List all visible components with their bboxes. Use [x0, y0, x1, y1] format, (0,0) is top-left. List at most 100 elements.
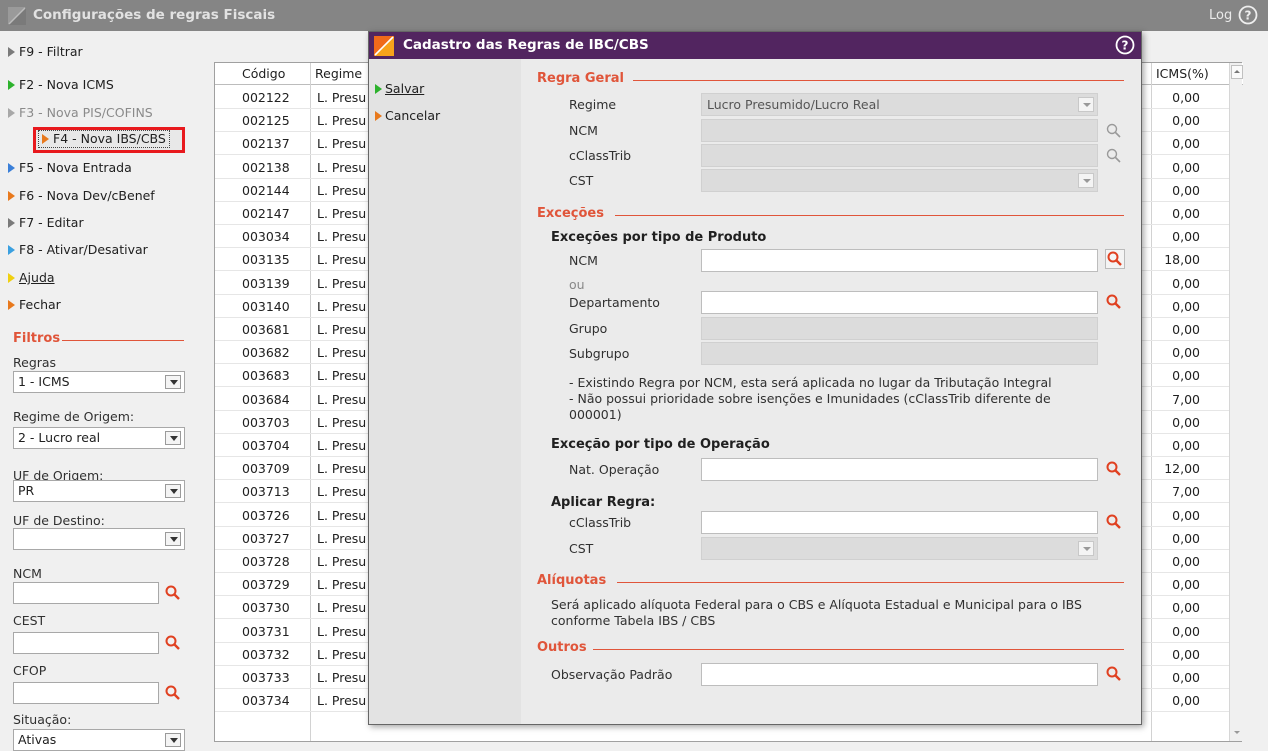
nat-operacao-label: Nat. Operação [569, 462, 660, 477]
menu-label: F2 - Nova ICMS [19, 77, 114, 92]
dropdown-arrow-icon[interactable] [1078, 541, 1094, 556]
cell-codigo: 003683 [242, 368, 290, 384]
cell-regime: L. Presu [317, 90, 367, 105]
nat-operacao-search-icon[interactable] [1105, 460, 1123, 478]
ap-cst-label: CST [569, 541, 594, 556]
menu-f4-nova-ibs-cbs[interactable]: F4 - Nova IBS/CBS [33, 127, 185, 153]
situacao-select[interactable]: Ativas [13, 729, 185, 751]
menu-label: F8 - Ativar/Desativar [19, 242, 148, 257]
cest-search-icon[interactable] [164, 634, 182, 652]
arrow-icon [8, 47, 15, 57]
cell-icms: 0,00 [1172, 345, 1200, 361]
cell-icms: 0,00 [1172, 600, 1200, 616]
cfop-filter-input[interactable] [13, 682, 159, 704]
cell-icms: 0,00 [1172, 646, 1200, 662]
header-regime[interactable]: Regime [315, 66, 362, 81]
cell-codigo: 002144 [242, 182, 290, 198]
scroll-down-icon[interactable] [1231, 725, 1243, 739]
cell-codigo: 002147 [242, 206, 290, 221]
ncm-filter-input[interactable] [13, 582, 159, 604]
cst-label: CST [569, 173, 594, 188]
cell-codigo: 003703 [242, 414, 290, 430]
dialog-help-icon[interactable]: ? [1115, 35, 1135, 55]
cclasstrib-search-icon [1106, 148, 1121, 163]
menu-f7-editar[interactable]: F7 - Editar [8, 212, 84, 234]
arrow-icon [8, 273, 15, 283]
cell-codigo: 002137 [242, 136, 290, 152]
arrow-icon [8, 191, 15, 201]
cell-icms: 0,00 [1172, 414, 1200, 430]
obs-padrao-input[interactable] [701, 663, 1098, 686]
ap-cst-select[interactable] [701, 537, 1098, 560]
ap-cclasstrib-label: cClassTrib [569, 515, 632, 530]
left-action-panel: F9 - Filtrar F2 - Nova ICMS F3 - Nova PI… [0, 31, 192, 751]
regime-label: Regime [569, 97, 617, 112]
regras-select[interactable]: 1 - ICMS [13, 371, 185, 393]
cell-icms: 0,00 [1172, 113, 1200, 129]
departamento-search-icon[interactable] [1105, 293, 1123, 311]
menu-f5-nova-entrada[interactable]: F5 - Nova Entrada [8, 157, 132, 179]
regime-origem-value: 2 - Lucro real [18, 430, 101, 445]
menu-f6-nova-dev-cbenef[interactable]: F6 - Nova Dev/cBenef [8, 185, 155, 207]
log-link[interactable]: Log [1209, 8, 1232, 23]
dropdown-arrow-icon[interactable] [1078, 97, 1094, 112]
nat-operacao-input[interactable] [701, 458, 1098, 481]
cell-codigo: 002122 [242, 90, 290, 105]
scroll-up-icon[interactable] [1231, 65, 1243, 79]
cell-regime: L. Presu [317, 368, 367, 384]
uf-destino-select[interactable] [13, 528, 185, 550]
exc-ncm-input[interactable] [701, 249, 1098, 272]
dropdown-arrow-icon [1078, 173, 1094, 188]
exc-note-2b: 000001) [569, 407, 622, 422]
cclasstrib-label: cClassTrib [569, 148, 632, 163]
menu-f8-ativar-desativar[interactable]: F8 - Ativar/Desativar [8, 239, 148, 261]
obs-padrao-search-icon[interactable] [1105, 665, 1123, 683]
menu-label: F5 - Nova Entrada [19, 160, 132, 175]
subgrupo-label: Subgrupo [569, 346, 630, 361]
menu-fechar[interactable]: Fechar [8, 294, 61, 316]
menu-ajuda[interactable]: Ajuda [8, 267, 55, 289]
uf-origem-select[interactable]: PR [13, 480, 185, 502]
menu-f3-nova-pis-cofins[interactable]: F3 - Nova PIS/COFINS [8, 102, 153, 124]
header-icms[interactable]: ICMS(%) [1156, 66, 1209, 81]
dropdown-arrow-icon[interactable] [165, 431, 181, 445]
cell-regime: L. Presu [317, 461, 367, 477]
aliquotas-text-1: Será aplicado alíquota Federal para o CB… [551, 597, 1082, 612]
cfop-search-icon[interactable] [164, 684, 182, 702]
arrow-icon [8, 218, 15, 228]
cell-icms: 0,00 [1172, 507, 1200, 523]
cell-icms: 0,00 [1172, 554, 1200, 569]
exc-ncm-search-icon[interactable] [1105, 249, 1125, 269]
cancelar-button[interactable]: Cancelar [375, 108, 440, 123]
header-codigo[interactable]: Código [242, 66, 285, 81]
ap-cclasstrib-search-icon[interactable] [1105, 513, 1123, 531]
cell-regime: L. Presu [317, 252, 367, 268]
departamento-input[interactable] [701, 291, 1098, 314]
regime-origem-select[interactable]: 2 - Lucro real [13, 427, 185, 449]
arrow-icon [8, 80, 15, 90]
dropdown-arrow-icon[interactable] [165, 375, 181, 389]
cell-codigo: 003730 [242, 600, 290, 616]
dropdown-arrow-icon[interactable] [165, 733, 181, 747]
obs-padrao-label: Observação Padrão [551, 667, 673, 682]
help-icon[interactable]: ? [1238, 5, 1258, 25]
app-logo-icon [8, 7, 26, 25]
cell-codigo: 003704 [242, 438, 290, 453]
cest-filter-input[interactable] [13, 632, 159, 654]
arrow-icon [8, 163, 15, 173]
situacao-label: Situação: [13, 712, 72, 727]
ap-cclasstrib-input[interactable] [701, 511, 1098, 534]
menu-f2-nova-icms[interactable]: F2 - Nova ICMS [8, 74, 114, 96]
ncm-search-icon[interactable] [164, 584, 182, 602]
vertical-scrollbar[interactable] [1229, 63, 1243, 741]
salvar-button[interactable]: Salvar [375, 81, 424, 96]
section-aliquotas: Alíquotas [537, 573, 607, 588]
salvar-label: Salvar [385, 81, 425, 96]
dialog-logo-icon [374, 36, 394, 56]
cell-codigo: 003684 [242, 391, 290, 407]
menu-label: F6 - Nova Dev/cBenef [19, 188, 155, 203]
regime-select[interactable]: Lucro Presumido/Lucro Real [701, 93, 1098, 116]
dropdown-arrow-icon[interactable] [165, 484, 181, 498]
menu-f9-filtrar[interactable]: F9 - Filtrar [8, 41, 83, 63]
dropdown-arrow-icon[interactable] [165, 532, 181, 546]
